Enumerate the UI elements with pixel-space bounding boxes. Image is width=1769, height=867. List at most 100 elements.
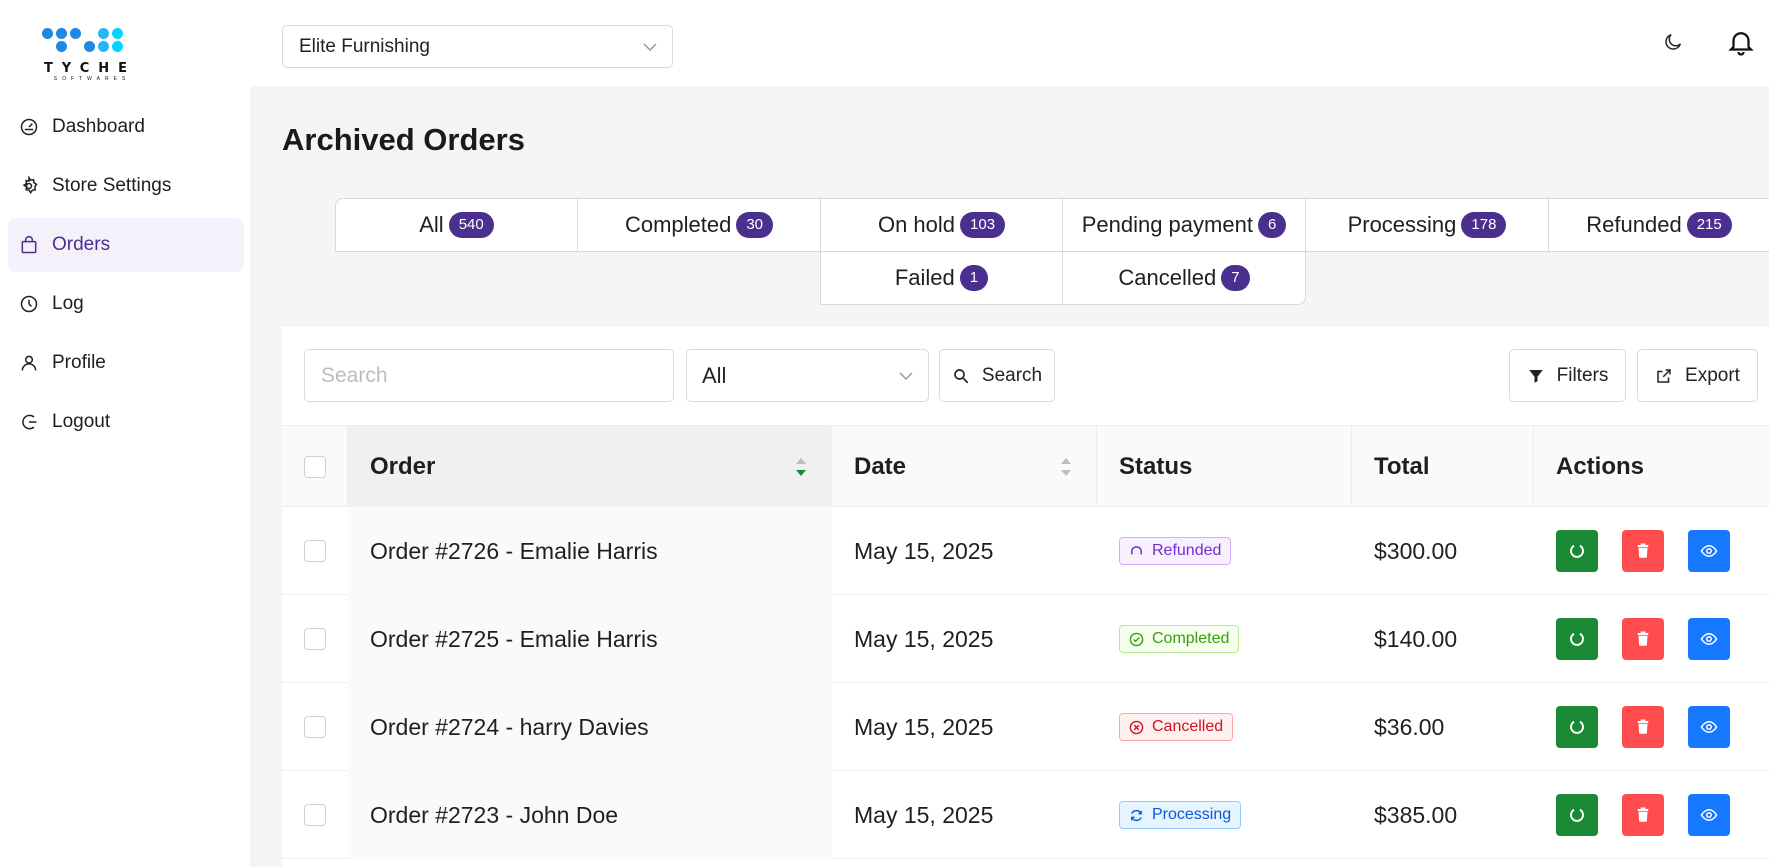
- actions-cell: [1534, 595, 1769, 683]
- total-cell: $300.00: [1374, 537, 1458, 564]
- sidebar-item-label: Store Settings: [52, 175, 172, 196]
- actions-cell: [1534, 771, 1769, 859]
- order-cell[interactable]: Order #2726 - Emalie Harris: [348, 507, 832, 595]
- view-button[interactable]: [1688, 530, 1730, 572]
- column-header-actions: Actions: [1534, 426, 1769, 508]
- tab-on-hold[interactable]: On hold 103: [820, 198, 1063, 252]
- sidebar-item-dashboard[interactable]: Dashboard: [8, 100, 244, 154]
- user-icon: [18, 352, 40, 374]
- tab-label: On hold: [877, 212, 956, 237]
- table-row[interactable]: Order #2725 - Emalie Harris May 15, 2025…: [282, 595, 1769, 683]
- sidebar-item-store-settings[interactable]: Store Settings: [8, 159, 244, 213]
- sort-icon[interactable]: [1060, 456, 1072, 478]
- sidebar-item-orders[interactable]: Orders: [8, 218, 244, 272]
- delete-button[interactable]: [1622, 530, 1664, 572]
- column-header-order[interactable]: Order: [348, 426, 832, 508]
- sidebar-item-label: Log: [52, 293, 84, 314]
- eye-icon: [1700, 544, 1718, 558]
- tab-count-badge: 103: [960, 212, 1006, 238]
- status-cell: Refunded: [1097, 507, 1352, 595]
- tab-completed[interactable]: Completed 30: [577, 198, 821, 252]
- store-selector[interactable]: Elite Furnishing: [282, 25, 673, 68]
- status-filter-select[interactable]: All: [686, 349, 929, 402]
- table-row[interactable]: Order #2723 - John Doe May 15, 2025 Proc…: [282, 771, 1769, 859]
- tab-count-badge: 7: [1221, 265, 1250, 291]
- order-cell[interactable]: Order #2724 - harry Davies: [348, 683, 832, 771]
- row-checkbox[interactable]: [304, 804, 326, 826]
- total-cell: $140.00: [1374, 625, 1458, 652]
- total-cell: $385.00: [1374, 801, 1458, 828]
- shopping-bag-icon: [18, 234, 40, 256]
- restore-button[interactable]: [1556, 530, 1598, 572]
- eye-icon: [1700, 720, 1718, 734]
- sidebar-item-log[interactable]: Log: [8, 277, 244, 331]
- sidebar: TYCHE SOFTWARES Dashboard Store Settings…: [0, 0, 250, 867]
- logo-wordmark: TYCHE: [43, 61, 137, 76]
- restore-button[interactable]: [1556, 706, 1598, 748]
- tab-processing[interactable]: Processing 178: [1305, 198, 1549, 252]
- filters-button[interactable]: Filters: [1509, 349, 1626, 402]
- orders-card: All Search Filters Export Order Date S: [282, 327, 1769, 867]
- date-cell: May 15, 2025: [854, 801, 994, 828]
- row-checkbox[interactable]: [304, 540, 326, 562]
- tab-count-badge: 6: [1257, 212, 1287, 238]
- trash-icon: [1637, 807, 1649, 822]
- delete-button[interactable]: [1622, 618, 1664, 660]
- tab-pending-payment[interactable]: Pending payment 6: [1062, 198, 1306, 252]
- tab-failed[interactable]: Failed 1: [820, 251, 1063, 305]
- restore-button[interactable]: [1556, 618, 1598, 660]
- filters-button-label: Filters: [1556, 364, 1609, 386]
- view-button[interactable]: [1688, 618, 1730, 660]
- table-row[interactable]: Order #2726 - Emalie Harris May 15, 2025…: [282, 507, 1769, 595]
- bell-icon[interactable]: [1726, 26, 1756, 58]
- search-input[interactable]: [304, 349, 674, 402]
- sidebar-item-profile[interactable]: Profile: [8, 336, 244, 390]
- moon-icon[interactable]: [1662, 31, 1684, 53]
- restore-icon: [1570, 720, 1584, 734]
- tab-count-badge: 540: [448, 212, 494, 238]
- export-button[interactable]: Export: [1637, 349, 1758, 402]
- status-badge: Completed: [1119, 625, 1240, 653]
- select-all-checkbox[interactable]: [304, 456, 326, 478]
- status-label: Completed: [1152, 630, 1230, 647]
- row-select-cell: [282, 595, 348, 683]
- tab-cancelled[interactable]: Cancelled 7: [1062, 251, 1306, 305]
- total-cell: $36.00: [1374, 713, 1445, 740]
- sidebar-item-label: Orders: [52, 234, 111, 255]
- actions-cell: [1534, 683, 1769, 771]
- view-button[interactable]: [1688, 706, 1730, 748]
- search-button-label: Search: [981, 364, 1043, 386]
- tab-label: Refunded: [1586, 212, 1682, 237]
- funnel-icon: [1528, 369, 1543, 383]
- check-circle-icon: [1129, 632, 1144, 646]
- restore-icon: [1570, 632, 1584, 646]
- search-button[interactable]: Search: [939, 349, 1055, 402]
- page-title: Archived Orders: [282, 122, 525, 157]
- column-header-label: Total: [1374, 453, 1430, 480]
- view-button[interactable]: [1688, 794, 1730, 836]
- sort-icon[interactable]: [795, 456, 807, 478]
- column-header-date[interactable]: Date: [832, 426, 1097, 508]
- row-checkbox[interactable]: [304, 716, 326, 738]
- row-checkbox[interactable]: [304, 628, 326, 650]
- delete-button[interactable]: [1622, 706, 1664, 748]
- status-label: Cancelled: [1152, 718, 1224, 735]
- delete-button[interactable]: [1622, 794, 1664, 836]
- column-header-label: Status: [1119, 453, 1193, 480]
- restore-button[interactable]: [1556, 794, 1598, 836]
- trash-icon: [1637, 631, 1649, 646]
- chevron-down-icon: [643, 43, 657, 52]
- tab-count-badge: 178: [1461, 212, 1507, 238]
- column-header-label: Order: [370, 453, 436, 480]
- logo-dots: [40, 24, 140, 54]
- date-cell: May 15, 2025: [854, 713, 994, 740]
- order-cell[interactable]: Order #2725 - Emalie Harris: [348, 595, 832, 683]
- tyche-logo[interactable]: TYCHE SOFTWARES: [40, 24, 140, 84]
- table-row[interactable]: Order #2724 - harry Davies May 15, 2025 …: [282, 683, 1769, 771]
- tab-all[interactable]: All 540: [335, 198, 578, 252]
- order-cell[interactable]: Order #2723 - John Doe: [348, 771, 832, 859]
- tab-count-badge: 1: [959, 265, 989, 291]
- tab-refunded[interactable]: Refunded 215: [1548, 198, 1769, 252]
- sidebar-item-logout[interactable]: Logout: [8, 395, 244, 449]
- status-badge: Processing: [1119, 801, 1242, 829]
